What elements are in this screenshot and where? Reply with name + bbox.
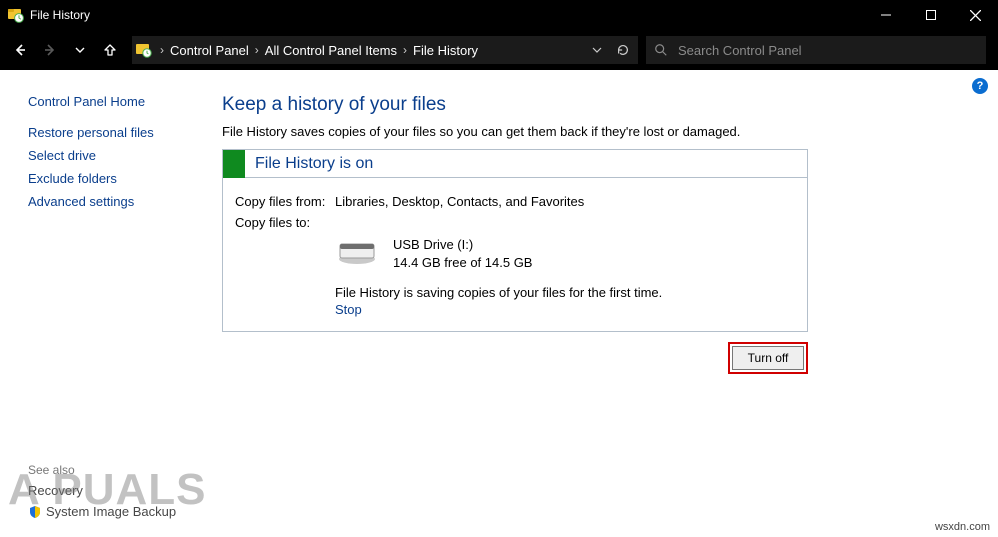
close-button[interactable] <box>953 0 998 30</box>
sidebar-task-select-drive[interactable]: Select drive <box>28 148 198 163</box>
search-icon <box>654 43 668 57</box>
usb-drive-icon <box>335 236 379 266</box>
sidebar-task-exclude[interactable]: Exclude folders <box>28 171 198 186</box>
backup-status-text: File History is saving copies of your fi… <box>335 285 795 300</box>
back-button[interactable] <box>6 36 34 64</box>
see-also-heading: See also <box>28 463 198 477</box>
copy-from-value: Libraries, Desktop, Contacts, and Favori… <box>335 194 795 209</box>
forward-button[interactable] <box>36 36 64 64</box>
recent-locations-dropdown[interactable] <box>66 36 94 64</box>
breadcrumb-item[interactable]: All Control Panel Items <box>263 43 399 58</box>
page-heading: Keep a history of your files <box>222 94 968 116</box>
file-history-app-icon <box>8 7 24 23</box>
control-panel-home-link[interactable]: Control Panel Home <box>28 94 198 109</box>
breadcrumb-item[interactable]: Control Panel <box>168 43 251 58</box>
minimize-button[interactable] <box>863 0 908 30</box>
maximize-button[interactable] <box>908 0 953 30</box>
main-panel: Keep a history of your files File Histor… <box>210 70 998 537</box>
window-titlebar: File History <box>0 0 998 30</box>
status-on-indicator-icon <box>223 150 245 178</box>
address-bar[interactable]: › Control Panel › All Control Panel Item… <box>132 36 638 64</box>
panel-title: File History is on <box>245 155 373 173</box>
sidebar-task-restore[interactable]: Restore personal files <box>28 125 198 140</box>
see-also-recovery[interactable]: Recovery <box>28 483 198 498</box>
drive-free-space: 14.4 GB free of 14.5 GB <box>393 254 532 272</box>
chevron-right-icon[interactable]: › <box>251 43 263 57</box>
file-history-location-icon <box>136 42 152 58</box>
chevron-right-icon[interactable]: › <box>399 43 411 57</box>
stop-link[interactable]: Stop <box>335 302 362 317</box>
refresh-button[interactable] <box>610 37 636 63</box>
search-box[interactable] <box>646 36 986 64</box>
shield-icon <box>28 505 42 519</box>
see-also-system-image-backup[interactable]: System Image Backup <box>28 504 198 519</box>
see-also-label: Recovery <box>28 483 83 498</box>
sidebar: Control Panel Home Restore personal file… <box>0 70 210 537</box>
window-title: File History <box>30 8 90 22</box>
drive-name: USB Drive (I:) <box>393 236 532 254</box>
address-history-dropdown[interactable] <box>584 37 610 63</box>
see-also-label: System Image Backup <box>46 504 176 519</box>
navigation-bar: › Control Panel › All Control Panel Item… <box>0 30 998 70</box>
breadcrumb-item[interactable]: File History <box>411 43 480 58</box>
chevron-right-icon[interactable]: › <box>156 43 168 57</box>
annotation-highlight: Turn off <box>728 342 808 374</box>
sidebar-task-advanced[interactable]: Advanced settings <box>28 194 198 209</box>
file-history-status-panel: File History is on Copy files from: Libr… <box>222 149 808 332</box>
turn-off-button[interactable]: Turn off <box>732 346 804 370</box>
page-subtitle: File History saves copies of your files … <box>222 124 968 139</box>
copy-from-label: Copy files from: <box>235 194 335 209</box>
up-button[interactable] <box>96 36 124 64</box>
copy-to-label: Copy files to: <box>235 215 335 230</box>
panel-header: File History is on <box>223 150 807 178</box>
search-input[interactable] <box>678 43 978 58</box>
content-area: ? Control Panel Home Restore personal fi… <box>0 70 998 537</box>
credit-text: wsxdn.com <box>935 521 990 533</box>
